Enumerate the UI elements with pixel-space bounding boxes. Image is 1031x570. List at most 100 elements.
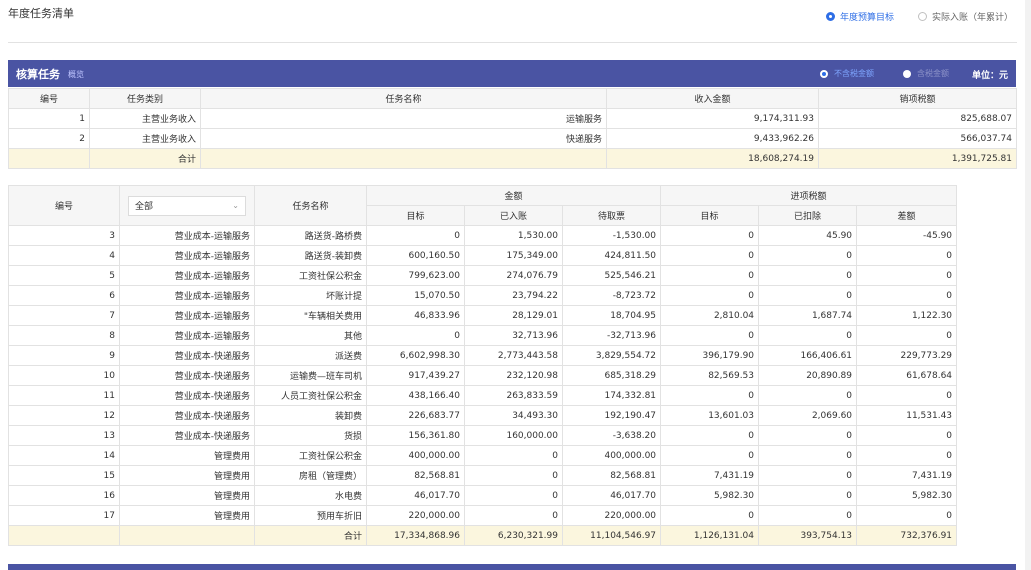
tax-option-label: 含税金额 bbox=[917, 69, 949, 78]
col-group-input-tax: 进项税额 bbox=[660, 185, 958, 206]
tax-option-included[interactable]: 含税金额 bbox=[903, 68, 949, 79]
cell-diff: 0 bbox=[856, 505, 958, 526]
cell-pending: 46,017.70 bbox=[561, 485, 662, 506]
page-title: 年度任务清单 bbox=[8, 7, 74, 20]
cell-name: 路送货-装卸费 bbox=[254, 245, 367, 266]
tax-option-excluded[interactable]: 不含税金额 bbox=[820, 68, 874, 79]
cell-category: 营业成本-快递服务 bbox=[119, 385, 255, 406]
cell-category: 营业成本-运输服务 bbox=[119, 245, 255, 266]
cost-table-body: 3 营业成本-运输服务 路送货-路桥费 0 1,530.00 -1,530.00 0 45.9… bbox=[8, 225, 958, 546]
cell-tax-target: 0 bbox=[660, 505, 760, 526]
table-row[interactable]: 4 营业成本-运输服务 路送货-装卸费 600,160.50 175,349.00 424… bbox=[8, 245, 958, 266]
cell-posted: 0 bbox=[464, 485, 563, 506]
cell-pending: 82,568.81 bbox=[561, 465, 662, 486]
cell-deducted: 0 bbox=[758, 425, 858, 446]
mode-option-label: 实际入账（年累计） bbox=[932, 13, 1014, 23]
cell-tax-target: 0 bbox=[660, 385, 760, 406]
cell-pending: 3,829,554.72 bbox=[561, 345, 662, 366]
cell-diff: 0 bbox=[856, 285, 958, 306]
radio-unselected-icon[interactable] bbox=[903, 69, 911, 78]
cell-posted: 263,833.59 bbox=[464, 385, 563, 406]
cell-target: 6,602,998.30 bbox=[366, 345, 465, 366]
cell-deducted: 0 bbox=[758, 485, 858, 506]
total-tax: 1,391,725.81 bbox=[818, 148, 1017, 169]
vertical-scrollbar[interactable] bbox=[1025, 0, 1031, 570]
radio-unselected-icon[interactable] bbox=[918, 12, 927, 21]
cell-pending: -8,723.72 bbox=[561, 285, 662, 306]
cell-diff: 7,431.19 bbox=[856, 465, 958, 486]
cell-target: 226,683.77 bbox=[366, 405, 465, 426]
col-header-deducted: 已扣除 bbox=[758, 205, 858, 226]
cell-posted: 1,530.00 bbox=[464, 225, 563, 246]
cell-name: 房租（管理费） bbox=[254, 465, 367, 486]
table-row[interactable]: 3 营业成本-运输服务 路送货-路桥费 0 1,530.00 -1,530.00 0 45.9… bbox=[8, 225, 958, 246]
cell-no: 4 bbox=[8, 245, 120, 266]
table-row[interactable]: 6 营业成本-运输服务 坏账计提 15,070.50 23,794.22 -8,723.7… bbox=[8, 285, 958, 306]
radio-selected-icon[interactable] bbox=[826, 12, 835, 21]
cell-diff: 0 bbox=[856, 245, 958, 266]
income-table: 编号 任务类别 任务名称 收入金额 销项税额 1 主营业务收入 运输服务 9,174,… bbox=[8, 88, 1017, 169]
table-row[interactable]: 5 营业成本-运输服务 工资社保公积金 799,623.00 274,076.79 525… bbox=[8, 265, 958, 286]
cell-tax-target: 5,982.30 bbox=[660, 485, 760, 506]
cell-posted: 32,713.96 bbox=[464, 325, 563, 346]
cell-target: 46,017.70 bbox=[366, 485, 465, 506]
cell-pending: 424,811.50 bbox=[561, 245, 662, 266]
cell-category: 主营业务收入 bbox=[89, 128, 201, 149]
cell-tax-target: 0 bbox=[660, 245, 760, 266]
cell-name: 工资社保公积金 bbox=[254, 265, 367, 286]
mode-option-annual-budget[interactable]: 年度预算目标 bbox=[826, 10, 894, 23]
cell-posted: 28,129.01 bbox=[464, 305, 563, 326]
cell-tax-target: 13,601.03 bbox=[660, 405, 760, 426]
cell-no: 10 bbox=[8, 365, 120, 386]
cell-no: 8 bbox=[8, 325, 120, 346]
cell-deducted: 1,687.74 bbox=[758, 305, 858, 326]
cell-target: 400,000.00 bbox=[366, 445, 465, 466]
category-filter-value: 全部 bbox=[135, 202, 154, 212]
total-deducted: 393,754.13 bbox=[758, 525, 858, 546]
radio-selected-icon[interactable] bbox=[820, 69, 828, 78]
table-row[interactable]: 12 营业成本-快递服务 装卸费 226,683.77 34,493.30 192,190… bbox=[8, 405, 958, 426]
table-row[interactable]: 17 管理费用 预用车折旧 220,000.00 0 220,000.00 0 0 0 bbox=[8, 505, 958, 526]
col-header-pending: 待取票 bbox=[561, 205, 662, 226]
total-target: 17,334,868.96 bbox=[366, 525, 465, 546]
cell-deducted: 0 bbox=[758, 465, 858, 486]
tax-option-label: 不含税金额 bbox=[834, 69, 874, 78]
cell-deducted: 0 bbox=[758, 325, 858, 346]
category-filter-select[interactable]: 全部 ⌄ bbox=[128, 195, 246, 216]
cell-pending: 174,332.81 bbox=[561, 385, 662, 406]
table-row[interactable]: 14 管理费用 工资社保公积金 400,000.00 0 400,000.00 0 0 0 bbox=[8, 445, 958, 466]
table-row[interactable]: 2 主营业务收入 快递服务 9,433,962.26 566,037.74 bbox=[8, 128, 1017, 149]
cell-pending: 685,318.29 bbox=[561, 365, 662, 386]
table-row[interactable]: 7 营业成本-运输服务 "车辆相关费用 46,833.96 28,129.01 18,70… bbox=[8, 305, 958, 326]
cell-empty bbox=[8, 148, 90, 169]
total-row: 合计 18,608,274.19 1,391,725.81 bbox=[8, 148, 1017, 169]
col-header-no: 编号 bbox=[8, 185, 120, 226]
cell-deducted: 0 bbox=[758, 265, 858, 286]
col-header-category: 任务类别 bbox=[89, 88, 201, 109]
cell-deducted: 20,890.89 bbox=[758, 365, 858, 386]
cell-target: 15,070.50 bbox=[366, 285, 465, 306]
cell-diff: 229,773.29 bbox=[856, 345, 958, 366]
cell-diff: 0 bbox=[856, 265, 958, 286]
cell-no: 6 bbox=[8, 285, 120, 306]
table-row[interactable]: 16 管理费用 水电费 46,017.70 0 46,017.70 5,982.30 0 5,9… bbox=[8, 485, 958, 506]
table-row[interactable]: 15 管理费用 房租（管理费） 82,568.81 0 82,568.81 7,431.19… bbox=[8, 465, 958, 486]
table-row[interactable]: 13 营业成本-快递服务 货损 156,361.80 160,000.00 -3,638.… bbox=[8, 425, 958, 446]
cell-name: 路送货-路桥费 bbox=[254, 225, 367, 246]
table-row[interactable]: 10 营业成本-快递服务 运输费—班车司机 917,439.27 232,120.98 6… bbox=[8, 365, 958, 386]
table-row[interactable]: 11 营业成本-快递服务 人员工资社保公积金 438,166.40 263,833.59… bbox=[8, 385, 958, 406]
col-header-no: 编号 bbox=[8, 88, 90, 109]
cell-no: 16 bbox=[8, 485, 120, 506]
table-row[interactable]: 8 营业成本-运输服务 其他 0 32,713.96 -32,713.96 0 0 0 bbox=[8, 325, 958, 346]
mode-option-actual-posted[interactable]: 实际入账（年累计） bbox=[918, 10, 1013, 23]
cell-pending: -32,713.96 bbox=[561, 325, 662, 346]
cell-no: 7 bbox=[8, 305, 120, 326]
cell-posted: 0 bbox=[464, 465, 563, 486]
table-row[interactable]: 1 主营业务收入 运输服务 9,174,311.93 825,688.07 bbox=[8, 108, 1017, 129]
cell-diff: 0 bbox=[856, 445, 958, 466]
cell-category: 管理费用 bbox=[119, 485, 255, 506]
cell-no: 2 bbox=[8, 128, 90, 149]
col-header-income: 收入金额 bbox=[606, 88, 819, 109]
table-row[interactable]: 9 营业成本-快递服务 派送费 6,602,998.30 2,773,443.58 3,8… bbox=[8, 345, 958, 366]
cell-category: 营业成本-运输服务 bbox=[119, 305, 255, 326]
